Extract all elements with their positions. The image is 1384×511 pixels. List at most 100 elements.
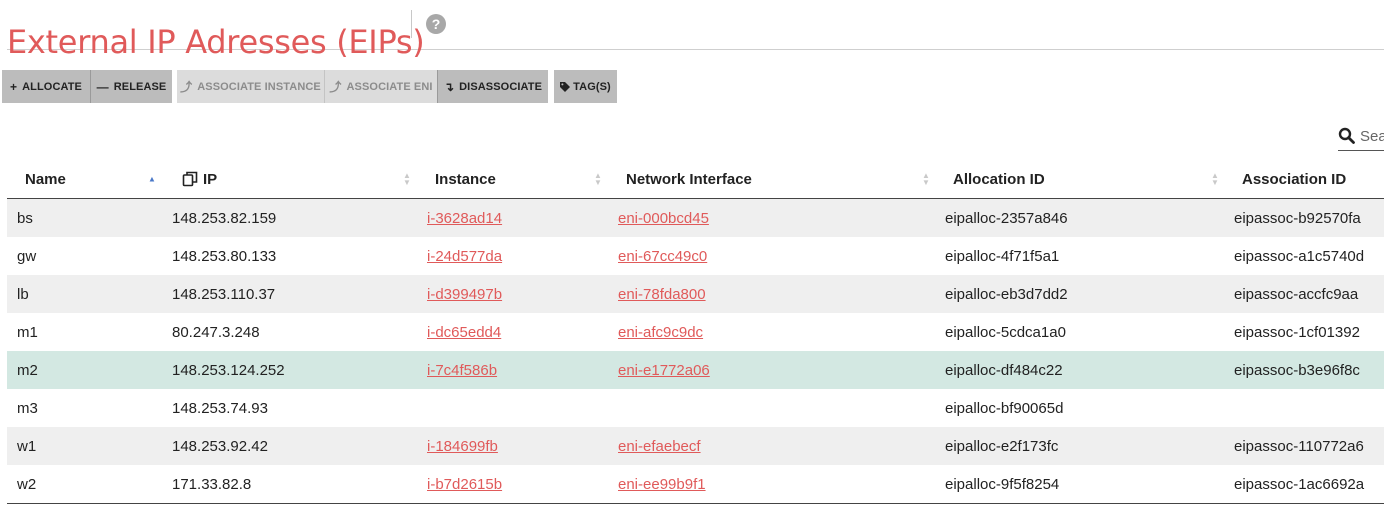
instance-link[interactable]: i-24d577da <box>427 248 502 265</box>
eni-link[interactable]: eni-000bcd45 <box>618 210 709 227</box>
cell-eni: eni-ee99b9f1 <box>608 465 935 504</box>
cell-association-id <box>1224 389 1384 427</box>
instance-link[interactable]: i-184699fb <box>427 438 498 455</box>
cell-allocation-id: eipalloc-eb3d7dd2 <box>935 275 1224 313</box>
allocate-button[interactable]: + ALLOCATE <box>2 70 90 103</box>
sort-asc-icon: ▲ <box>148 174 156 184</box>
tag-icon <box>560 81 571 92</box>
cell-name: bs <box>7 198 162 237</box>
table-row[interactable]: m1 80.247.3.248 i-dc65edd4 eni-afc9c9dc … <box>7 313 1384 351</box>
cell-name: m2 <box>7 351 162 389</box>
cell-instance: i-d399497b <box>417 275 608 313</box>
release-button[interactable]: — RELEASE <box>90 70 172 103</box>
table-row[interactable]: lb 148.253.110.37 i-d399497b eni-78fda80… <box>7 275 1384 313</box>
cell-instance <box>417 389 608 427</box>
eni-link[interactable]: eni-afc9c9dc <box>618 324 703 341</box>
cell-ip: 148.253.124.252 <box>162 351 417 389</box>
cell-instance: i-dc65edd4 <box>417 313 608 351</box>
column-header-network-interface[interactable]: Network Interface ▲ ▼ <box>608 160 935 199</box>
search-box <box>1338 126 1384 151</box>
eni-link[interactable]: eni-67cc49c0 <box>618 248 707 265</box>
sort-icon: ▲ ▼ <box>922 171 930 187</box>
cell-eni: eni-efaebecf <box>608 427 935 465</box>
cell-name: lb <box>7 275 162 313</box>
column-header-label: Name <box>25 170 66 188</box>
table-row-selected[interactable]: m2 148.253.124.252 i-7c4f586b eni-e1772a… <box>7 351 1384 389</box>
associate-icon: ⤴ <box>329 80 342 94</box>
help-icon[interactable]: ? <box>426 14 446 34</box>
cell-ip: 148.253.80.133 <box>172 247 277 265</box>
eni-link[interactable]: eni-efaebecf <box>618 438 701 455</box>
cell-ip: 171.33.82.8 <box>162 465 417 504</box>
cell-eni: eni-e1772a06 <box>608 351 935 389</box>
search-icon <box>1338 127 1355 144</box>
sort-icon: ▲ ▼ <box>594 171 602 187</box>
cell-association-id: eipassoc-1ac6692a <box>1224 465 1384 504</box>
table-row[interactable]: gw 148.253.80.133 i-24d577da eni-67cc49c… <box>7 237 1384 275</box>
cell-eni: eni-67cc49c0 <box>608 237 935 275</box>
cell-allocation-id: eipalloc-e2f173fc <box>935 427 1224 465</box>
table-row[interactable]: m3 148.253.74.93 eipalloc-bf90065d <box>7 389 1384 427</box>
table-row[interactable]: w1 148.253.92.42 i-184699fb eni-efaebecf… <box>7 427 1384 465</box>
title-divider <box>411 10 412 38</box>
cell-ip: 148.253.82.159 <box>162 198 417 237</box>
cell-ip: 148.253.74.93 <box>172 399 268 417</box>
cell-eni: eni-000bcd45 <box>608 198 935 237</box>
column-header-allocation-id[interactable]: Allocation ID ▲ ▼ <box>935 160 1224 199</box>
associate-eni-label: ASSOCIATE ENI <box>346 80 433 93</box>
disassociate-button[interactable]: ↴ DISASSOCIATE <box>437 70 548 103</box>
cell-allocation-id: eipalloc-4f71f5a1 <box>945 247 1060 265</box>
eni-link[interactable]: eni-ee99b9f1 <box>618 476 706 493</box>
instance-link[interactable]: i-dc65edd4 <box>427 324 501 341</box>
associate-instance-button[interactable]: ⤴ ASSOCIATE INSTANCE <box>177 70 324 103</box>
cell-association-id: eipassoc-b3e96f8c <box>1224 351 1384 389</box>
cell-allocation-id: eipalloc-2357a846 <box>935 198 1224 237</box>
eni-link[interactable]: eni-78fda800 <box>618 286 706 303</box>
copy-icon[interactable] <box>182 171 198 187</box>
associate-eni-button[interactable]: ⤴ ASSOCIATE ENI <box>324 70 437 103</box>
column-header-association-id[interactable]: Association ID <box>1224 160 1384 199</box>
cell-eni: eni-78fda800 <box>608 275 935 313</box>
instance-link[interactable]: i-3628ad14 <box>427 210 502 227</box>
tags-button[interactable]: TAG(S) <box>554 70 617 103</box>
instance-link[interactable]: i-b7d2615b <box>427 476 502 493</box>
cell-association-id: eipassoc-110772a6 <box>1224 427 1384 465</box>
cell-eni: eni-afc9c9dc <box>608 313 935 351</box>
release-label: RELEASE <box>113 80 167 93</box>
column-header-label: IP <box>203 170 218 188</box>
column-header-instance[interactable]: Instance ▲ ▼ <box>417 160 608 199</box>
cell-name: gw <box>17 247 37 265</box>
sort-icon: ▲ ▼ <box>1211 171 1219 187</box>
cell-association-id: eipassoc-1cf01392 <box>1234 323 1360 341</box>
cell-instance: i-3628ad14 <box>417 198 608 237</box>
cell-allocation-id: eipalloc-bf90065d <box>945 399 1064 417</box>
cell-eni <box>608 389 935 427</box>
column-header-name[interactable]: Name ▲ <box>7 160 162 199</box>
search-input[interactable] <box>1360 126 1384 146</box>
table-header-row: Name ▲ IP ▲ ▼ Instance ▲ ▼ Network Interfa… <box>7 160 1384 199</box>
page-title: External IP Adresses (EIPs) <box>7 23 425 62</box>
instance-link[interactable]: i-7c4f586b <box>427 362 497 379</box>
associate-instance-label: ASSOCIATE INSTANCE <box>197 80 321 93</box>
cell-allocation-id: eipalloc-df484c22 <box>935 351 1224 389</box>
sort-icon: ▲ ▼ <box>403 171 411 187</box>
column-header-ip[interactable]: IP ▲ ▼ <box>162 160 417 199</box>
cell-ip: 148.253.92.42 <box>162 427 417 465</box>
eni-link[interactable]: eni-e1772a06 <box>618 362 710 379</box>
cell-instance: i-184699fb <box>417 427 608 465</box>
page-header: External IP Adresses (EIPs) ? <box>7 0 1384 61</box>
table-row[interactable]: w2 171.33.82.8 i-b7d2615b eni-ee99b9f1 e… <box>7 465 1384 504</box>
cell-association-id: eipassoc-b92570fa <box>1224 198 1384 237</box>
instance-link[interactable]: i-d399497b <box>427 286 502 303</box>
cell-instance: i-b7d2615b <box>417 465 608 504</box>
cell-allocation-id: eipalloc-9f5f8254 <box>935 465 1224 504</box>
cell-instance: i-24d577da <box>417 237 608 275</box>
tags-label: TAG(S) <box>573 80 611 93</box>
cell-name: m1 <box>17 323 38 341</box>
table-row[interactable]: bs 148.253.82.159 i-3628ad14 eni-000bcd4… <box>7 198 1384 237</box>
disassociate-icon: ↴ <box>443 79 455 94</box>
cell-name: w2 <box>7 465 162 504</box>
cell-ip: 80.247.3.248 <box>172 323 260 341</box>
cell-association-id: eipassoc-accfc9aa <box>1224 275 1384 313</box>
cell-instance: i-7c4f586b <box>417 351 608 389</box>
